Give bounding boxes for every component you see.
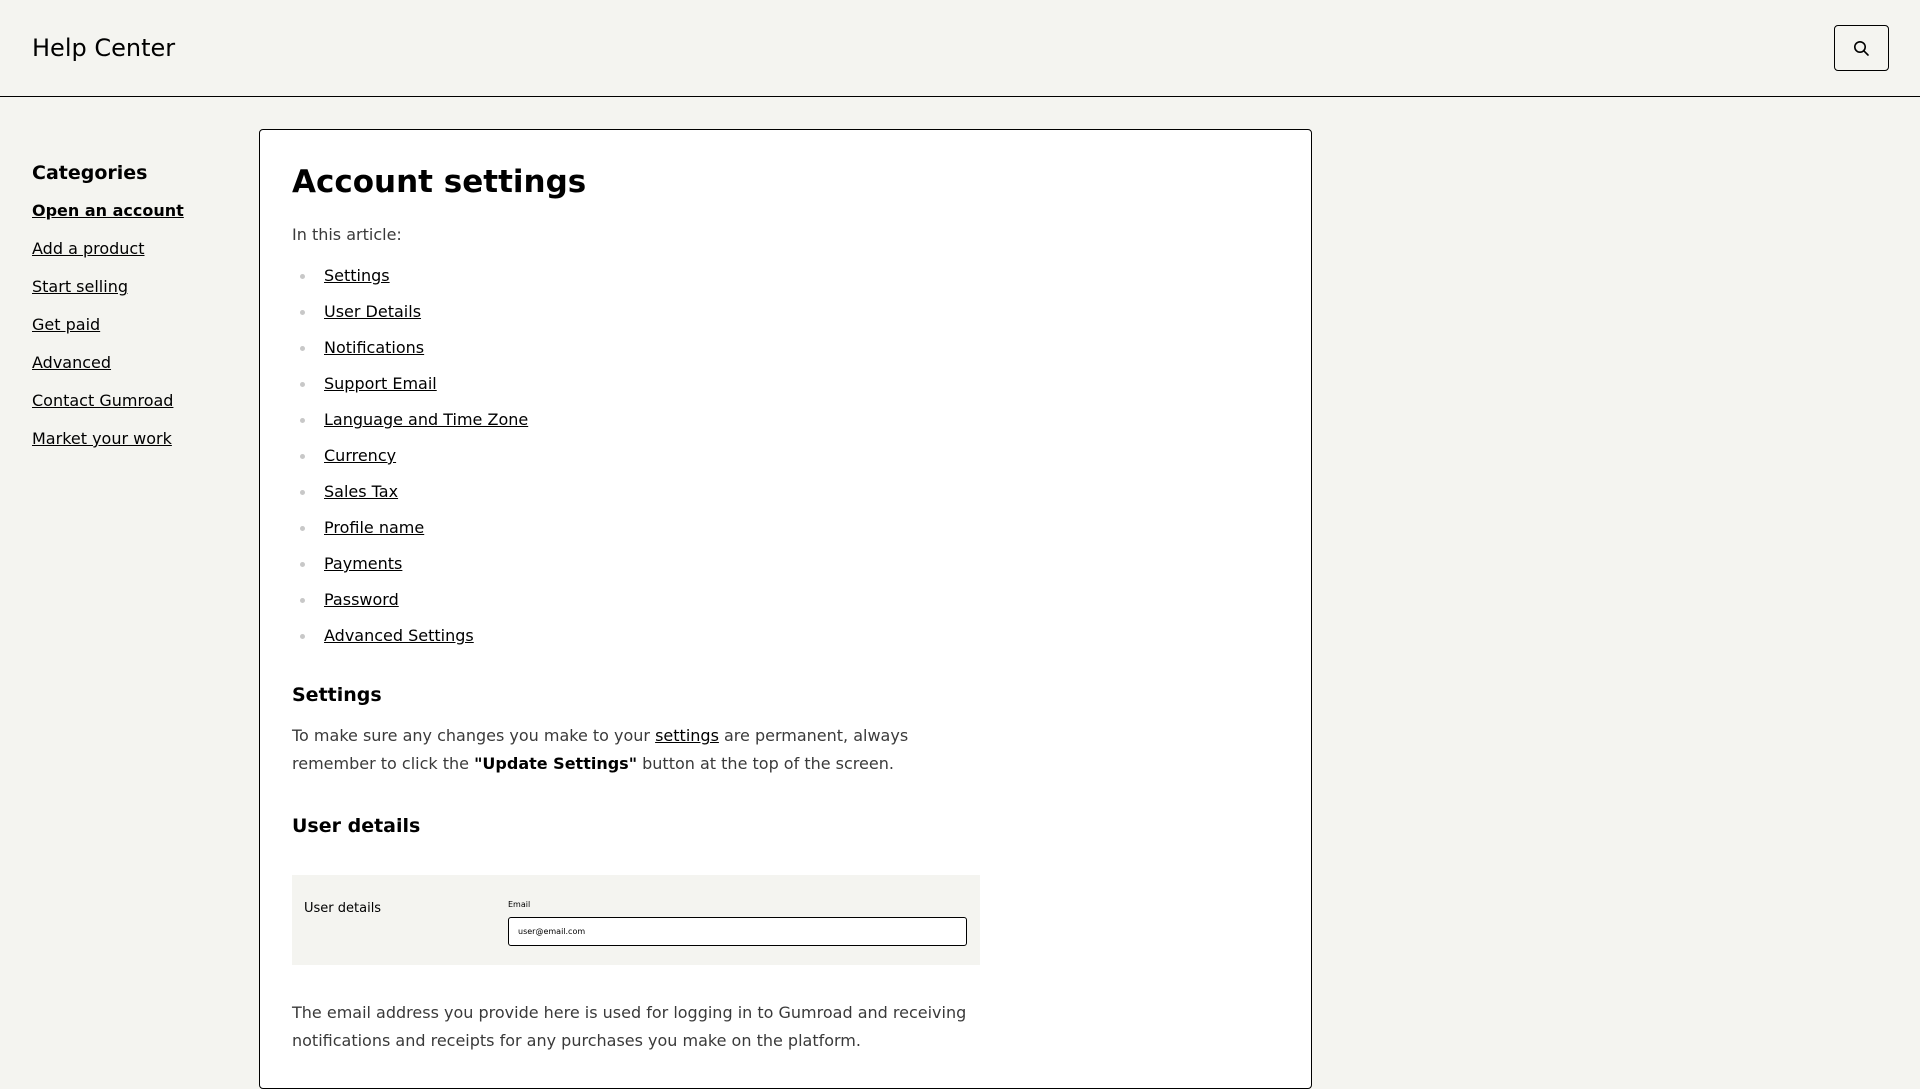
toc-link-language-time-zone[interactable]: Language and Time Zone: [324, 410, 528, 429]
table-of-contents: Settings User Details Notifications Supp…: [292, 265, 1279, 661]
user-details-paragraph: The email address you provide here is us…: [292, 1003, 967, 1050]
toc-item: Payments: [292, 553, 1279, 589]
sidebar-item-contact-gumroad[interactable]: Contact Gumroad: [32, 390, 232, 412]
update-settings-emphasis: "Update Settings": [474, 754, 638, 773]
sidebar-item-open-an-account[interactable]: Open an account: [32, 200, 232, 222]
sidebar-item-add-a-product[interactable]: Add a product: [32, 238, 232, 260]
figure-email-field: user@email.com: [508, 917, 967, 946]
sidebar-item-advanced[interactable]: Advanced: [32, 352, 232, 374]
toc-link-payments[interactable]: Payments: [324, 554, 402, 573]
toc-item: Advanced Settings: [292, 625, 1279, 661]
toc-item: Password: [292, 589, 1279, 625]
toc-item: Profile name: [292, 517, 1279, 553]
settings-paragraph: To make sure any changes you make to you…: [292, 722, 992, 778]
article-card: Account settings In this article: Settin…: [259, 129, 1312, 1089]
sidebar-item-get-paid[interactable]: Get paid: [32, 314, 232, 336]
toc-item: Language and Time Zone: [292, 409, 1279, 445]
settings-heading: Settings: [292, 684, 382, 706]
toc-link-currency[interactable]: Currency: [324, 446, 396, 465]
toc-link-password[interactable]: Password: [324, 590, 399, 609]
toc-link-support-email[interactable]: Support Email: [324, 374, 437, 393]
figure-email-label: Email: [508, 900, 531, 909]
toc-link-profile-name[interactable]: Profile name: [324, 518, 424, 537]
toc-item: Sales Tax: [292, 481, 1279, 517]
settings-link[interactable]: settings: [655, 726, 719, 745]
sidebar-item-market-your-work[interactable]: Market your work: [32, 428, 232, 450]
user-details-heading: User details: [292, 815, 421, 837]
toc-item: User Details: [292, 301, 1279, 337]
user-details-screenshot: User details Email user@email.com: [292, 875, 980, 965]
article-intro: In this article:: [292, 225, 402, 244]
toc-item: Settings: [292, 265, 1279, 301]
toc-item: Support Email: [292, 373, 1279, 409]
article-title: Account settings: [292, 164, 587, 200]
site-title[interactable]: Help Center: [32, 32, 175, 64]
toc-link-user-details[interactable]: User Details: [324, 302, 421, 321]
toc-link-notifications[interactable]: Notifications: [324, 338, 424, 357]
figure-section-label: User details: [304, 901, 382, 916]
search-icon: [1854, 40, 1869, 56]
top-bar: Help Center: [0, 0, 1920, 97]
categories-sidebar: Categories Open an account Add a product…: [32, 160, 232, 466]
toc-item: Currency: [292, 445, 1279, 481]
settings-text-3: button at the top of the screen.: [637, 754, 894, 773]
sidebar-item-start-selling[interactable]: Start selling: [32, 276, 232, 298]
search-button[interactable]: [1834, 25, 1889, 71]
toc-link-settings[interactable]: Settings: [324, 266, 390, 285]
settings-text-1: To make sure any changes you make to you…: [292, 726, 656, 745]
toc-link-sales-tax[interactable]: Sales Tax: [324, 482, 398, 501]
categories-heading: Categories: [32, 162, 148, 184]
toc-link-advanced-settings[interactable]: Advanced Settings: [324, 626, 474, 645]
toc-item: Notifications: [292, 337, 1279, 373]
